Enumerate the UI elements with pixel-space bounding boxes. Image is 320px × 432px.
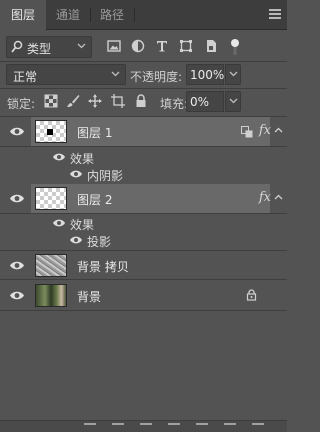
layer-row-background-copy[interactable]: 背景 拷贝 [0, 250, 287, 280]
chevron-up-icon[interactable] [274, 127, 283, 133]
lock-transparency-icon[interactable] [44, 94, 58, 108]
thumbnail-shape [47, 129, 53, 135]
effect-name: 投影 [87, 235, 112, 249]
layer-name: 背景 [77, 290, 102, 304]
blend-mode-row: 正常 不透明度: 100% [0, 64, 287, 86]
layer-row-background[interactable]: 背景 [0, 281, 287, 311]
clipping-link-icon [241, 126, 253, 138]
shape-filter-icon[interactable] [178, 38, 194, 54]
layer-name: 背景 拷贝 [77, 260, 129, 274]
visibility-eye-icon[interactable] [52, 152, 66, 162]
link-layers-icon[interactable] [84, 423, 96, 432]
adjustment-filter-icon[interactable] [130, 38, 146, 54]
filter-kind-select[interactable]: 类型 [6, 36, 92, 58]
opacity-label: 不透明度: [130, 70, 183, 84]
panel-menu-icon[interactable] [269, 9, 281, 21]
lock-icon [246, 289, 257, 301]
effect-row-inner-shadow[interactable]: 内阴影 [0, 166, 287, 183]
adjustment-layer-icon[interactable] [168, 423, 180, 432]
layer-name: 图层 1 [77, 126, 113, 140]
effect-row-drop-shadow[interactable]: 投影 [0, 232, 287, 249]
effect-name: 内阴影 [87, 169, 124, 183]
layer-thumbnail [35, 187, 67, 210]
effects-label: 效果 [70, 218, 95, 232]
lock-row: 锁定: 填充: 0% [0, 91, 287, 113]
chevron-up-icon[interactable] [274, 194, 283, 200]
effects-header-row[interactable]: 效果 [0, 215, 287, 232]
chevron-down-icon [77, 43, 86, 49]
visibility-eye-icon[interactable] [9, 193, 25, 204]
fill-input[interactable]: 0% [186, 91, 224, 112]
chevron-down-icon [229, 98, 238, 104]
chevron-down-icon [229, 71, 238, 77]
search-icon [11, 40, 23, 53]
image-filter-icon[interactable] [106, 38, 122, 54]
new-layer-icon[interactable] [224, 423, 236, 432]
opacity-input[interactable]: 100% [186, 64, 224, 85]
smart-object-filter-icon[interactable] [203, 38, 219, 54]
visibility-eye-icon[interactable] [69, 235, 83, 245]
fx-icon[interactable]: fx [259, 123, 271, 138]
add-style-icon[interactable] [112, 423, 124, 432]
visibility-eye-icon[interactable] [9, 260, 25, 271]
delete-layer-icon[interactable] [252, 423, 264, 432]
opacity-value: 100% [190, 68, 225, 82]
layers-panel: 图层 通道 路径 类型 正常 不透明度: 100% 锁定: 填充: 0% 图层 … [0, 0, 287, 432]
effects-label: 效果 [70, 152, 95, 166]
divider [0, 88, 287, 89]
layer-thumbnail [35, 284, 67, 307]
layer-filter-row: 类型 [0, 35, 287, 59]
tab-paths[interactable]: 路径 [91, 0, 133, 30]
effects-header-row[interactable]: 效果 [0, 149, 287, 166]
layer-row-layer-2[interactable]: 图层 2 fx [0, 184, 287, 214]
layer-name: 图层 2 [77, 193, 113, 207]
fill-label: 填充: [160, 97, 189, 111]
lock-position-icon[interactable] [88, 94, 102, 108]
new-group-icon[interactable] [196, 423, 208, 432]
opacity-slider-button[interactable] [225, 64, 241, 85]
fill-slider-button[interactable] [225, 91, 241, 112]
fx-icon[interactable]: fx [259, 190, 271, 205]
blend-mode-value: 正常 [13, 70, 38, 84]
panel-bottom-bar [0, 420, 287, 432]
visibility-eye-icon[interactable] [52, 218, 66, 228]
visibility-eye-icon[interactable] [69, 169, 83, 179]
visibility-eye-icon[interactable] [9, 126, 25, 137]
blend-mode-select[interactable]: 正常 [6, 64, 126, 85]
panel-tab-bar: 图层 通道 路径 [0, 0, 287, 31]
lock-all-icon[interactable] [134, 94, 148, 108]
fill-value: 0% [190, 95, 210, 109]
divider [0, 61, 287, 62]
tab-separator [134, 8, 135, 22]
lock-artboard-icon[interactable] [111, 94, 125, 108]
type-filter-icon[interactable] [154, 38, 170, 54]
layer-thumbnail [35, 120, 67, 143]
chevron-down-icon [111, 71, 120, 77]
filter-kind-label: 类型 [27, 42, 52, 56]
lock-image-pixels-icon[interactable] [66, 94, 80, 108]
add-mask-icon[interactable] [140, 423, 152, 432]
filter-toggle-switch[interactable] [230, 38, 240, 56]
tab-channels[interactable]: 通道 [47, 0, 89, 30]
visibility-eye-icon[interactable] [9, 290, 25, 301]
layer-row-layer-1[interactable]: 图层 1 fx [0, 117, 287, 147]
lock-label: 锁定: [7, 97, 36, 111]
layers-list: 图层 1 fx 效果 内阴影 图层 2 fx 效果 投影 背景 拷贝 背景 [0, 117, 287, 417]
tab-layers[interactable]: 图层 [0, 0, 46, 31]
layer-thumbnail [35, 254, 67, 277]
